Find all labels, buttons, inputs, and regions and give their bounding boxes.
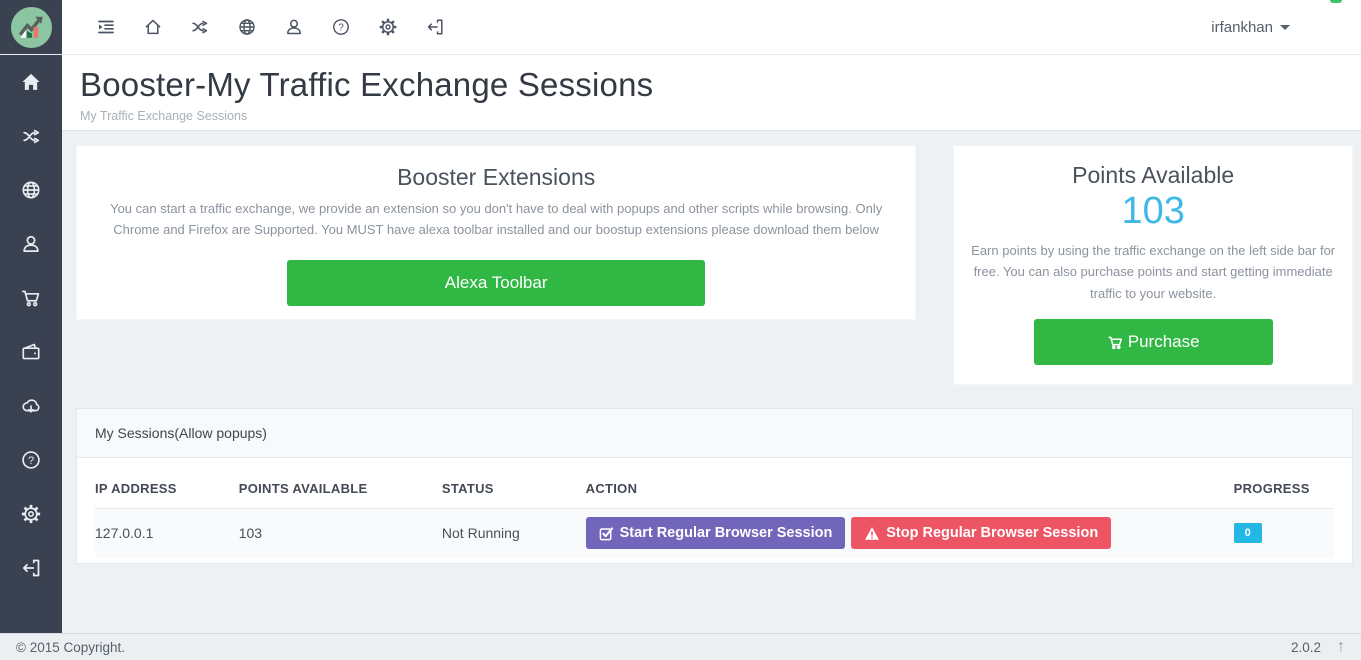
main-content: Booster-My Traffic Exchange Sessions My … <box>62 55 1361 633</box>
sidebar-item-logout[interactable] <box>0 541 62 595</box>
copyright-text: © 2015 Copyright. <box>16 640 125 655</box>
sidebar-item-home[interactable] <box>0 55 62 109</box>
notification-badge <box>1330 0 1342 3</box>
column-ip-address: IP ADDRESS <box>95 458 239 509</box>
menu-toggle-icon[interactable] <box>82 0 129 54</box>
purchase-button[interactable]: Purchase <box>1034 319 1273 365</box>
home-icon[interactable] <box>129 0 176 54</box>
stop-session-button[interactable]: Stop Regular Browser Session <box>851 517 1111 549</box>
sidebar-item-wallet[interactable] <box>0 325 62 379</box>
purchase-label: Purchase <box>1128 332 1200 352</box>
booster-card-title: Booster Extensions <box>77 164 915 191</box>
cell-ip-address: 127.0.0.1 <box>95 509 239 558</box>
scroll-top-icon[interactable]: ↑ <box>1337 639 1345 655</box>
my-sessions-panel-title: My Sessions(Allow popups) <box>77 409 1352 458</box>
sidebar-item-help[interactable]: ? <box>0 433 62 487</box>
points-available-card: Points Available 103 Earn points by usin… <box>953 145 1353 385</box>
footer: © 2015 Copyright. 2.0.2 ↑ <box>0 633 1361 660</box>
alexa-toolbar-label: Alexa Toolbar <box>445 273 548 293</box>
table-header-row: IP ADDRESS POINTS AVAILABLE STATUS ACTIO… <box>95 458 1334 509</box>
page-subtitle: My Traffic Exchange Sessions <box>80 109 1343 123</box>
sidebar-item-downloads[interactable] <box>0 379 62 433</box>
help-icon[interactable]: ? <box>317 0 364 54</box>
sidebar: ? <box>0 55 62 633</box>
progress-badge: 0 <box>1234 523 1262 543</box>
column-status: STATUS <box>442 458 586 509</box>
warning-icon <box>864 526 880 541</box>
cell-points: 103 <box>239 509 442 558</box>
sidebar-item-traffic-exchange[interactable] <box>0 109 62 163</box>
chevron-down-icon <box>1280 25 1290 30</box>
cell-progress: 0 <box>1234 509 1334 558</box>
points-value: 103 <box>954 191 1352 233</box>
svg-text:?: ? <box>338 23 344 34</box>
column-progress: PROGRESS <box>1234 458 1334 509</box>
start-session-button[interactable]: Start Regular Browser Session <box>586 517 846 549</box>
cart-icon <box>1107 334 1124 351</box>
check-square-icon <box>599 526 614 541</box>
booster-extensions-card: Booster Extensions You can start a traff… <box>76 145 916 320</box>
page-header: Booster-My Traffic Exchange Sessions My … <box>62 55 1361 131</box>
points-card-description: Earn points by using the traffic exchang… <box>962 240 1344 304</box>
app-logo[interactable] <box>0 0 62 54</box>
username: irfankhan <box>1211 19 1273 36</box>
my-sessions-panel: My Sessions(Allow popups) IP ADDRESS POI… <box>76 408 1353 564</box>
sidebar-item-settings[interactable] <box>0 487 62 541</box>
cell-status: Not Running <box>442 509 586 558</box>
sidebar-item-buy-points[interactable] <box>0 271 62 325</box>
version-text: 2.0.2 <box>1291 640 1321 655</box>
cell-action: Start Regular Browser Session <box>586 509 1234 558</box>
profile-icon[interactable] <box>270 0 317 54</box>
svg-text:?: ? <box>28 455 34 467</box>
column-points-available: POINTS AVAILABLE <box>239 458 442 509</box>
alexa-toolbar-button[interactable]: Alexa Toolbar <box>287 260 705 306</box>
start-session-label: Start Regular Browser Session <box>620 525 833 541</box>
logout-icon[interactable] <box>411 0 458 54</box>
logo-icon <box>11 7 52 48</box>
table-row: 127.0.0.1 103 Not Running <box>95 509 1334 558</box>
top-navbar: ? irfankhan <box>0 0 1361 55</box>
sidebar-item-referrals[interactable] <box>0 217 62 271</box>
column-action: ACTION <box>586 458 1234 509</box>
settings-icon[interactable] <box>364 0 411 54</box>
sessions-table: IP ADDRESS POINTS AVAILABLE STATUS ACTIO… <box>95 458 1334 557</box>
user-dropdown[interactable]: irfankhan <box>1211 0 1290 54</box>
points-card-title: Points Available <box>954 162 1352 189</box>
booster-card-description: You can start a traffic exchange, we pro… <box>90 198 902 241</box>
exchange-icon[interactable] <box>176 0 223 54</box>
globe-icon[interactable] <box>223 0 270 54</box>
page-title: Booster-My Traffic Exchange Sessions <box>80 66 1343 104</box>
stop-session-label: Stop Regular Browser Session <box>886 525 1098 541</box>
sidebar-item-websites[interactable] <box>0 163 62 217</box>
